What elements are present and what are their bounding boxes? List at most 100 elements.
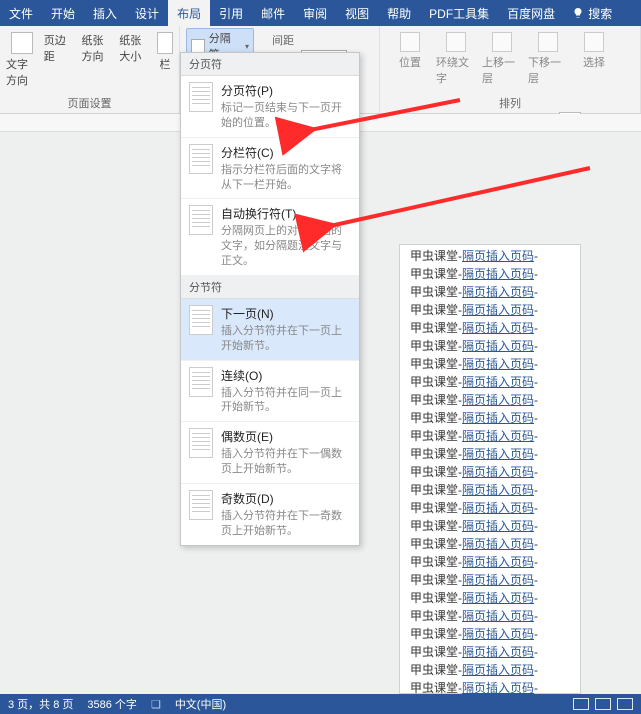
document-line: 甲虫课堂-隔页插入页码- — [400, 535, 580, 553]
view-read-icon[interactable] — [573, 698, 589, 710]
search-placeholder: 搜索 — [588, 5, 612, 22]
wrap-text-button[interactable]: 环绕文字 — [436, 32, 476, 86]
tab-review[interactable]: 审阅 — [294, 0, 336, 26]
document-line: 甲虫课堂-隔页插入页码- — [400, 481, 580, 499]
margins-button[interactable]: 页边距 — [44, 28, 76, 64]
send-backward-button[interactable]: 下移一层 — [528, 32, 568, 86]
document-line: 甲虫课堂-隔页插入页码- — [400, 589, 580, 607]
orientation-button[interactable]: 纸张方向 — [82, 28, 114, 64]
page-number-link[interactable]: 隔页插入页码 — [462, 411, 534, 425]
document-line: 甲虫课堂-隔页插入页码- — [400, 427, 580, 445]
status-word-count[interactable]: 3586 个字 — [87, 696, 137, 712]
document-line: 甲虫课堂-隔页插入页码- — [400, 319, 580, 337]
menu-item-desc: 插入分节符并在下一页上开始新节。 — [221, 324, 351, 354]
page-number-link[interactable]: 隔页插入页码 — [462, 555, 534, 569]
document-line: 甲虫课堂-隔页插入页码- — [400, 337, 580, 355]
menu-item-continuous[interactable]: 连续(O) 插入分节符并在同一页上开始新节。 — [181, 361, 359, 423]
page-number-link[interactable]: 隔页插入页码 — [462, 501, 534, 515]
text-direction-label: 文字方向 — [6, 56, 38, 88]
menu-item-even-page[interactable]: 偶数页(E) 插入分节符并在下一偶数页上开始新节。 — [181, 422, 359, 484]
document-line: 甲虫课堂-隔页插入页码- — [400, 355, 580, 373]
selection-label: 选择 — [583, 54, 605, 70]
tab-file[interactable]: 文件 — [0, 0, 42, 26]
tab-design[interactable]: 设计 — [126, 0, 168, 26]
tell-me-search[interactable]: 搜索 — [564, 0, 620, 26]
page-number-link[interactable]: 隔页插入页码 — [462, 267, 534, 281]
page-number-link[interactable]: 隔页插入页码 — [462, 483, 534, 497]
text-direction-button[interactable]: 文字方向 — [6, 28, 38, 88]
bring-forward-label: 上移一层 — [482, 54, 522, 86]
selection-icon — [584, 32, 604, 52]
document-line: 甲虫课堂-隔页插入页码- — [400, 301, 580, 319]
annotation-arrow-1 — [300, 100, 470, 145]
tab-pdf-tools[interactable]: PDF工具集 — [420, 0, 498, 26]
annotation-arrow-2 — [320, 168, 600, 243]
tab-references[interactable]: 引用 — [210, 0, 252, 26]
document-page[interactable]: 甲虫课堂-隔页插入页码-甲虫课堂-隔页插入页码-甲虫课堂-隔页插入页码-甲虫课堂… — [399, 244, 581, 694]
bring-forward-button[interactable]: 上移一层 — [482, 32, 522, 86]
orientation-label: 纸张方向 — [82, 32, 114, 64]
menu-bar: 文件 开始 插入 设计 布局 引用 邮件 审阅 视图 帮助 PDF工具集 百度网… — [0, 0, 641, 26]
tab-help[interactable]: 帮助 — [378, 0, 420, 26]
document-line: 甲虫课堂-隔页插入页码- — [400, 553, 580, 571]
bring-forward-icon — [492, 32, 512, 52]
document-line: 甲虫课堂-隔页插入页码- — [400, 643, 580, 661]
document-line: 甲虫课堂-隔页插入页码- — [400, 265, 580, 283]
document-line: 甲虫课堂-隔页插入页码- — [400, 409, 580, 427]
document-line: 甲虫课堂-隔页插入页码- — [400, 517, 580, 535]
page-number-link[interactable]: 隔页插入页码 — [462, 393, 534, 407]
menu-item-title: 分栏符(C) — [221, 144, 351, 161]
page-number-link[interactable]: 隔页插入页码 — [462, 591, 534, 605]
status-bar: 3 页，共 8 页 3586 个字 ❏ 中文(中国) — [0, 694, 641, 714]
page-number-link[interactable]: 隔页插入页码 — [462, 249, 534, 263]
document-line: 甲虫课堂-隔页插入页码- — [400, 373, 580, 391]
page-number-link[interactable]: 隔页插入页码 — [462, 645, 534, 659]
view-web-icon[interactable] — [617, 698, 633, 710]
menu-item-desc: 插入分节符并在同一页上开始新节。 — [221, 386, 351, 416]
page-number-link[interactable]: 隔页插入页码 — [462, 627, 534, 641]
text-direction-icon — [11, 32, 33, 54]
page-number-link[interactable]: 隔页插入页码 — [462, 519, 534, 533]
column-break-icon — [189, 144, 213, 174]
tab-mail[interactable]: 邮件 — [252, 0, 294, 26]
page-number-link[interactable]: 隔页插入页码 — [462, 465, 534, 479]
menu-item-desc: 插入分节符并在下一偶数页上开始新节。 — [221, 447, 351, 477]
menu-item-odd-page[interactable]: 奇数页(D) 插入分节符并在下一奇数页上开始新节。 — [181, 484, 359, 545]
page-number-link[interactable]: 隔页插入页码 — [462, 339, 534, 353]
page-number-link[interactable]: 隔页插入页码 — [462, 573, 534, 587]
tab-layout[interactable]: 布局 — [168, 0, 210, 26]
columns-icon — [157, 32, 173, 54]
status-language[interactable]: 中文(中国) — [175, 696, 226, 712]
tab-view[interactable]: 视图 — [336, 0, 378, 26]
send-backward-icon — [538, 32, 558, 52]
page-number-link[interactable]: 隔页插入页码 — [462, 681, 534, 694]
size-label: 纸张大小 — [119, 32, 151, 64]
page-number-link[interactable]: 隔页插入页码 — [462, 537, 534, 551]
tab-baidu[interactable]: 百度网盘 — [498, 0, 564, 26]
view-print-icon[interactable] — [595, 698, 611, 710]
status-page-info[interactable]: 3 页，共 8 页 — [8, 696, 73, 712]
group-page-setup-label: 页面设置 — [6, 93, 173, 113]
page-content: 甲虫课堂-隔页插入页码-甲虫课堂-隔页插入页码-甲虫课堂-隔页插入页码-甲虫课堂… — [400, 245, 580, 694]
menu-item-next-page[interactable]: 下一页(N) 插入分节符并在下一页上开始新节。 — [181, 299, 359, 361]
tab-insert[interactable]: 插入 — [84, 0, 126, 26]
tab-home[interactable]: 开始 — [42, 0, 84, 26]
page-number-link[interactable]: 隔页插入页码 — [462, 321, 534, 335]
page-number-link[interactable]: 隔页插入页码 — [462, 357, 534, 371]
page-number-link[interactable]: 隔页插入页码 — [462, 663, 534, 677]
position-button[interactable]: 位置 — [390, 32, 430, 70]
group-page-setup: 文字方向 页边距 纸张方向 纸张大小 栏 页面设置 — [0, 26, 180, 113]
page-number-link[interactable]: 隔页插入页码 — [462, 447, 534, 461]
page-number-link[interactable]: 隔页插入页码 — [462, 429, 534, 443]
document-line: 甲虫课堂-隔页插入页码- — [400, 499, 580, 517]
page-number-link[interactable]: 隔页插入页码 — [462, 303, 534, 317]
page-number-link[interactable]: 隔页插入页码 — [462, 609, 534, 623]
columns-button[interactable]: 栏 — [157, 28, 173, 72]
document-line: 甲虫课堂-隔页插入页码- — [400, 679, 580, 694]
selection-pane-button[interactable]: 选择 — [574, 32, 614, 70]
text-wrapping-icon — [189, 205, 213, 235]
size-button[interactable]: 纸张大小 — [119, 28, 151, 64]
document-line: 甲虫课堂-隔页插入页码- — [400, 571, 580, 589]
page-number-link[interactable]: 隔页插入页码 — [462, 375, 534, 389]
page-number-link[interactable]: 隔页插入页码 — [462, 285, 534, 299]
